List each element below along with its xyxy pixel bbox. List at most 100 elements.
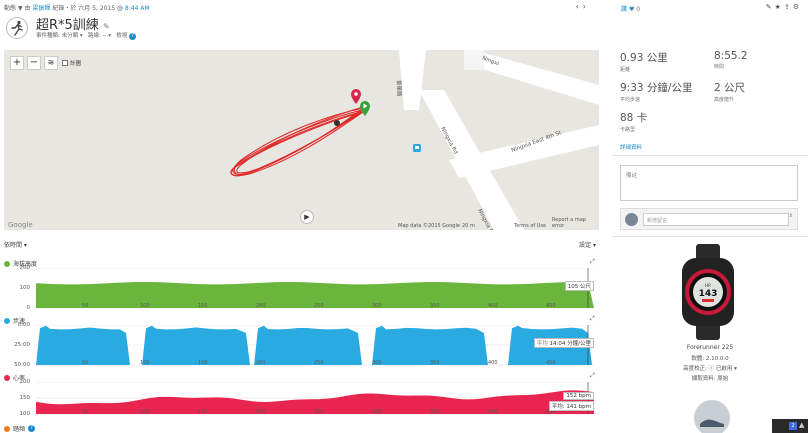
x-tick-label: 350 [430,360,440,366]
x-tick-label: 350 [430,303,440,309]
x-tick-label: 250 [314,360,324,366]
activity-meta: 事件種類: 未分類 ▾ 路線: -- ▾ 檢視 ? [36,31,136,40]
stat-calories: 88 卡 卡路里 [620,112,648,133]
x-tick-label: 200 [256,409,266,415]
heart-rate-avg-tooltip: 平均: 141 bpm [548,401,594,412]
heart-rate-chart[interactable]: 50 100 150 200 250 300 350 400 450 [36,382,594,416]
stat-avg-pace: 9:33 分鐘/公里 平均步速 [620,82,693,103]
elevation-correction[interactable]: 高度校正: ⓘ 已啟用 ▾ [612,364,808,372]
breadcrumb-dropdown-icon[interactable]: ▼ [18,5,23,12]
comment-input[interactable]: 新增留言 [643,213,789,226]
notes-field[interactable]: 備註 [620,165,798,201]
share-icon[interactable]: ⇪ [784,3,793,11]
y-tick-label: 50:00 [14,362,30,368]
activity-nav: ‹› [576,2,590,11]
map-canvas: 景華路 Ningxia Rd Ningxia East 4th St Ningx… [230,50,599,230]
expand-chart-icon[interactable]: ⤢ [590,315,595,323]
help-icon[interactable]: ? [28,425,36,432]
prev-activity-icon[interactable]: ‹ [576,2,583,11]
edit-pencil-icon[interactable]: ✎ [103,22,110,31]
activity-time: 8:44 AM [124,5,150,12]
device-name: Forerunner 225 [686,344,734,351]
x-tick-label: 100 [140,303,150,309]
end-pin-icon[interactable] [351,89,361,104]
map-attribution: Map data ©2015 Google [398,223,460,229]
x-tick-label: 250 [314,303,324,309]
y-tick-label: 100 [19,285,31,291]
x-tick-label: 150 [198,303,208,309]
elevation-chart[interactable]: 50 100 150 200 250 300 350 400 450 [36,268,594,310]
pace-chart[interactable]: 50 100 150 200 250 300 350 400 450 [36,325,594,367]
device-software: 軟體: 2.10.0.0 [691,356,729,362]
layers-icon[interactable]: ≋ [44,56,58,70]
play-route-button[interactable]: ▶ [300,210,314,224]
x-tick-label: 350 [430,409,440,415]
star-icon[interactable]: ★ [775,3,784,11]
x-tick-label: 200 [256,303,266,309]
running-activity-icon [6,17,28,39]
svg-text:143: 143 [699,289,718,299]
y-tick-label: 200 [19,265,31,271]
chart-axis-dropdown[interactable]: 依時間 ▾ [4,240,27,249]
details-link[interactable]: 詳細資料 [620,143,642,151]
comment-row: 新增留言 ⇕ [620,208,798,230]
x-tick-label: 250 [314,409,324,415]
expand-chart-icon[interactable]: ⤢ [590,372,595,380]
gear-shoe-avatar[interactable] [694,400,730,433]
help-icon[interactable]: ? [128,33,136,40]
y-tick-label: 200 [19,379,31,385]
divider [612,155,808,156]
device-watch-image: HR 143 [682,244,734,340]
stat-elevation-gain: 2 公尺 高度爬升 [714,82,746,103]
y-tick-label: 150 [19,395,31,401]
tray-badge-icon[interactable]: 2 [789,422,797,430]
x-tick-label: 300 [372,360,382,366]
x-tick-label: 400 [488,360,498,366]
x-tick-label: 50 [82,409,88,415]
layers-checkbox[interactable] [62,60,68,66]
x-tick-label: 50 [82,360,88,366]
privacy-label[interactable]: 檢視 [116,33,127,39]
divider [612,236,808,237]
course-dropdown[interactable]: 路線: -- ▾ [88,33,111,39]
google-logo: Google [8,221,33,229]
heart-rate-tooltip: 152 bpm [563,392,594,401]
heart-icon[interactable]: ♥ [629,6,634,13]
zoom-out-button[interactable]: − [27,56,41,70]
chart-settings-dropdown[interactable]: 設定 ▾ [579,240,596,249]
expand-chart-icon[interactable]: ⤢ [590,258,595,266]
edit-icon[interactable]: ✎ [766,3,775,11]
x-tick-label: 100 [140,409,150,415]
tray-arrow-icon[interactable]: ▲ [799,421,804,429]
zoom-in-button[interactable]: + [10,56,24,70]
gear-icon[interactable]: ⚙ [793,3,802,11]
route-map[interactable]: 景華路 Ningxia Rd Ningxia East 4th St Ningx… [4,50,599,230]
breadcrumb: 動態 ▼ 由 梁振輝 紀錄・於 六月 5, 2015 @ 8:44 AM [4,5,150,12]
kudos[interactable]: 讚 ♥ 0 [621,4,640,13]
x-tick-label: 450 [546,360,556,366]
cadence-chart-label[interactable]: 踏頻 ? [4,424,36,433]
next-activity-icon[interactable]: › [583,2,590,11]
report-error-link[interactable]: Report a map error [552,217,599,229]
x-tick-label: 200 [256,360,266,366]
stat-distance: 0.93 公里 距離 [620,52,668,73]
x-tick-label: 100 [140,360,150,366]
layers-toggle[interactable]: 計圖 [62,59,81,67]
comment-resize-icon[interactable]: ⇕ [789,213,793,219]
pace-tooltip: 平均 14:04 分鐘/公里 [533,337,594,348]
stat-time: 8:55.2 時間 [714,50,748,70]
x-tick-label: 400 [488,409,498,415]
data-source: 擷取資料: 原始 [691,376,729,382]
taskbar-tray: 2 ▲ [772,419,808,433]
breadcrumb-activities[interactable]: 動態 [4,5,16,12]
terms-link[interactable]: Terms of Use [514,223,546,229]
elevation-tooltip: 105 公尺 [564,280,594,291]
author-link[interactable]: 梁振輝 [32,5,50,12]
y-tick-label: 0 [26,305,31,311]
user-avatar [625,213,638,226]
cadence-color-dot [4,425,10,432]
event-type-dropdown[interactable]: 事件種類: 未分類 ▾ [36,33,83,39]
x-tick-label: 400 [488,303,498,309]
y-tick-label: 0:00 [17,322,30,328]
x-tick-label: 450 [546,303,556,309]
